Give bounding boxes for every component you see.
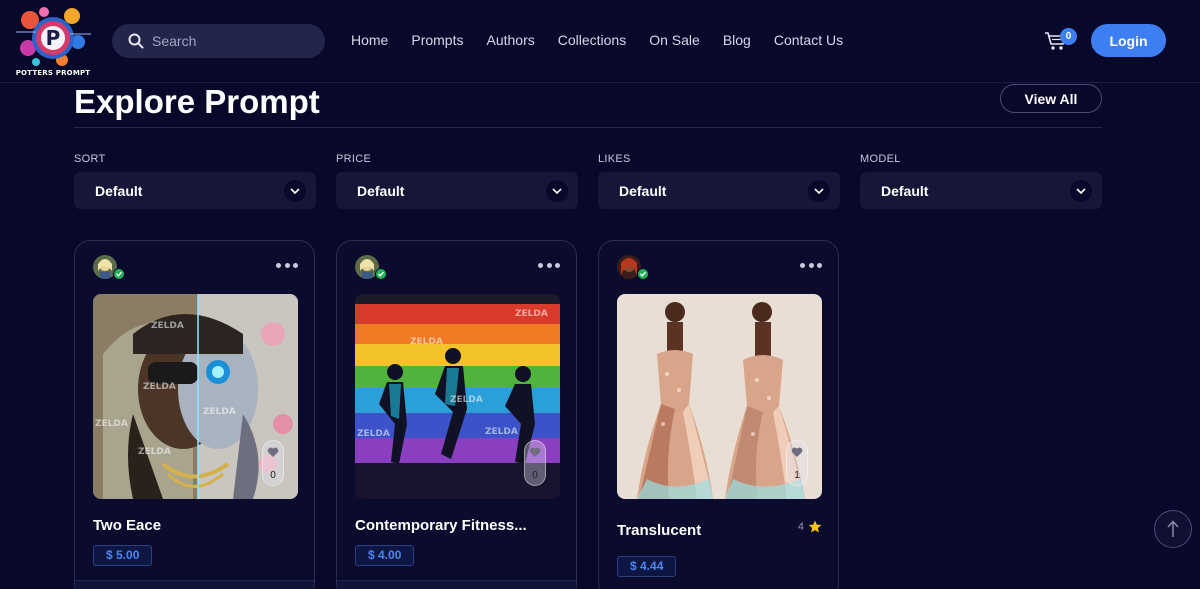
price-badge: $ 4.00: [355, 545, 415, 566]
svg-text:ZELDA: ZELDA: [485, 427, 518, 437]
prompt-card[interactable]: 1 Translucent 4 $ 4.44: [598, 240, 839, 589]
rating: 4: [798, 520, 822, 533]
svg-text:ZELDA: ZELDA: [138, 447, 171, 457]
search-input[interactable]: [152, 33, 302, 49]
svg-text:ZELDA: ZELDA: [450, 395, 483, 405]
svg-text:P: P: [46, 26, 61, 50]
like-count: 0: [532, 470, 538, 481]
filter-price: PRICE Default: [336, 152, 578, 209]
chevron-down-icon: [808, 179, 830, 202]
verified-icon: [637, 268, 649, 280]
login-button[interactable]: Login: [1091, 24, 1166, 57]
brand-logo[interactable]: P POTTERS PROMPT: [14, 2, 92, 80]
filter-value: Default: [619, 182, 667, 199]
svg-text:ZELDA: ZELDA: [151, 321, 184, 331]
filter-model: MODEL Default: [860, 152, 1102, 209]
prompt-image[interactable]: 1: [617, 294, 822, 499]
card-title[interactable]: Translucent: [617, 522, 701, 539]
search-bar[interactable]: [112, 24, 325, 58]
cart-count-badge: 0: [1060, 28, 1077, 45]
prompt-image[interactable]: ZELDA ZELDA ZELDA ZELDA ZELDA 0: [355, 294, 560, 499]
chevron-down-icon: [1070, 179, 1092, 202]
star-icon: [808, 520, 822, 533]
like-button[interactable]: 0: [524, 440, 546, 486]
svg-text:ZELDA: ZELDA: [143, 382, 176, 392]
like-count: 1: [794, 470, 800, 481]
card-title[interactable]: Two Eace: [93, 517, 161, 534]
price-select[interactable]: Default: [336, 172, 578, 209]
divider: [74, 127, 1102, 128]
more-icon[interactable]: [538, 259, 560, 271]
heart-icon: [791, 447, 803, 457]
filter-value: Default: [357, 182, 405, 199]
nav-blog[interactable]: Blog: [723, 31, 751, 49]
model-select[interactable]: Default: [860, 172, 1102, 209]
verified-icon: [375, 268, 387, 280]
chevron-down-icon: [284, 179, 306, 202]
price-badge: $ 4.44: [617, 556, 677, 577]
card-footer: [75, 580, 314, 589]
nav-on-sale[interactable]: On Sale: [649, 31, 700, 49]
filter-likes: LIKES Default: [598, 152, 840, 209]
nav-collections[interactable]: Collections: [558, 31, 626, 49]
svg-text:ZELDA: ZELDA: [95, 419, 128, 429]
more-icon[interactable]: [276, 259, 298, 271]
card-footer: [337, 580, 576, 589]
like-count: 0: [270, 470, 276, 481]
arrow-up-icon: [1167, 520, 1179, 537]
filter-label: PRICE: [336, 153, 372, 165]
scroll-top-button[interactable]: [1154, 510, 1192, 548]
nav-authors[interactable]: Authors: [486, 31, 534, 49]
chevron-down-icon: [546, 179, 568, 202]
more-icon[interactable]: [800, 259, 822, 271]
site-header: P POTTERS PROMPT Home Prompts Authors Co…: [0, 0, 1200, 83]
card-title[interactable]: Contemporary Fitness...: [355, 517, 527, 534]
filter-value: Default: [95, 182, 143, 199]
brand-name: POTTERS PROMPT: [15, 69, 91, 77]
verified-icon: [113, 268, 125, 280]
like-button[interactable]: 1: [786, 440, 808, 486]
prompt-card[interactable]: ZELDA ZELDA ZELDA ZELDA ZELDA 0 Contempo…: [336, 240, 577, 589]
heart-icon: [529, 447, 541, 457]
filter-label: MODEL: [860, 153, 901, 165]
view-all-button[interactable]: View All: [1000, 84, 1102, 113]
search-icon: [128, 33, 144, 49]
price-badge: $ 5.00: [93, 545, 153, 566]
sort-select[interactable]: Default: [74, 172, 316, 209]
svg-text:ZELDA: ZELDA: [357, 429, 390, 439]
svg-text:ZELDA: ZELDA: [515, 309, 548, 319]
nav-contact-us[interactable]: Contact Us: [774, 31, 843, 49]
like-button[interactable]: 0: [262, 440, 284, 486]
likes-select[interactable]: Default: [598, 172, 840, 209]
svg-text:ZELDA: ZELDA: [410, 337, 443, 347]
svg-text:ZELDA: ZELDA: [203, 407, 236, 417]
main-nav: Home Prompts Authors Collections On Sale…: [351, 31, 866, 49]
nav-prompts[interactable]: Prompts: [411, 31, 463, 49]
filter-sort: SORT Default: [74, 152, 316, 209]
heart-icon: [267, 447, 279, 457]
filter-label: LIKES: [598, 153, 631, 165]
rating-count: 4: [797, 520, 804, 533]
filter-label: SORT: [74, 153, 106, 165]
nav-home[interactable]: Home: [351, 31, 388, 49]
page-title: Explore Prompt: [74, 83, 320, 120]
filter-value: Default: [881, 182, 929, 199]
prompt-image[interactable]: ZELDA ZELDA ZELDA ZELDA ZELDA 0: [93, 294, 298, 499]
logo-icon: P: [16, 7, 91, 66]
prompt-card[interactable]: ZELDA ZELDA ZELDA ZELDA ZELDA 0 Two Eace…: [74, 240, 315, 589]
